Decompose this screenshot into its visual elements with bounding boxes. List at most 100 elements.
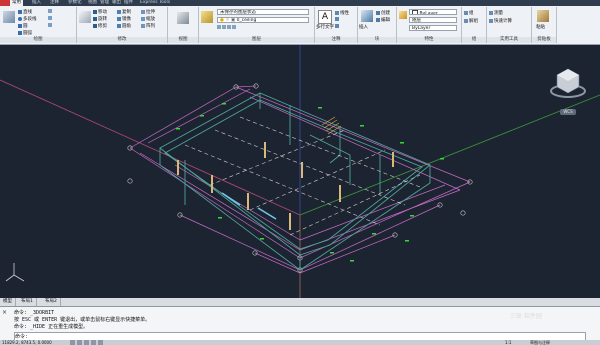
utilities-panel-title: 实用工具 — [487, 37, 531, 43]
groups-panel-title: 组 — [462, 37, 486, 43]
properties-panel: ByLayer 随层 ByLayer 特性 — [397, 7, 462, 43]
tab-layout2[interactable]: 布局2 — [42, 298, 61, 306]
tab-express-tools[interactable]: Express Tools — [138, 0, 172, 6]
grid-toggle-icon[interactable] — [77, 340, 82, 345]
create-block-icon — [376, 10, 380, 15]
measure-button[interactable]: 测量 — [489, 10, 503, 16]
fillet-icon — [117, 23, 121, 28]
view-manager-icon[interactable] — [177, 12, 189, 24]
leader-button[interactable] — [335, 17, 340, 23]
linetype-combo[interactable]: ByLayer — [409, 25, 457, 31]
draw-item-1[interactable]: 直线 — [18, 9, 32, 15]
layer-bulb-icon: ● — [220, 18, 224, 23]
match-properties-icon[interactable] — [399, 11, 407, 19]
view-panel-title: 视图 — [168, 37, 198, 43]
multiline-text-label: 多行文字 — [316, 25, 334, 30]
ribbon: 常用 插入 注释 参数化 视图 管理 输出 插件 Express Tools 直… — [0, 0, 600, 45]
scale-icon — [141, 16, 145, 21]
viewcube[interactable] — [548, 65, 588, 101]
layer-combo[interactable]: ● ☼ ▣ 0_ceiling — [217, 17, 309, 23]
color-combo[interactable]: ByLayer — [409, 9, 457, 15]
draw-item-7[interactable] — [48, 23, 53, 29]
layer-match-icon — [232, 25, 236, 29]
layer-freeze-icon — [222, 25, 226, 29]
multiline-text-icon[interactable]: A — [318, 10, 332, 24]
table-button[interactable] — [335, 24, 340, 30]
tab-annotate[interactable]: 注释 — [48, 0, 61, 6]
modify-item-array[interactable]: 阵列 — [141, 23, 155, 29]
tab-home[interactable]: 常用 — [10, 0, 23, 6]
annotation-scale[interactable]: 1:1 — [505, 340, 511, 345]
tab-plugins[interactable]: 插件 — [122, 0, 135, 6]
modify-item-copy[interactable]: 复制 — [117, 9, 131, 15]
move-tool-icon[interactable] — [79, 11, 91, 23]
modify-item-rotate[interactable]: 旋转 — [93, 16, 107, 22]
layer-sun-icon: ☼ — [225, 18, 230, 23]
modify-item-stretch[interactable]: 拉伸 — [141, 9, 155, 15]
snap-toggle-icon[interactable] — [70, 340, 75, 345]
edit-block-button[interactable]: 编辑 — [376, 17, 390, 23]
watermark: 三联 软件园 — [510, 313, 542, 320]
modify-item-trim[interactable]: 修剪 — [93, 23, 107, 29]
clipboard-panel-title: 剪贴板 — [532, 37, 556, 43]
ungroup-button[interactable]: 解组 — [464, 18, 478, 24]
draw-item-3[interactable]: 圆 — [18, 23, 28, 29]
x-axis-line — [0, 79, 301, 216]
view-panel: 视图 — [168, 7, 199, 43]
status-bar: 11829.2, 8743.5, 0.0000 1:1 草图与注释 — [0, 340, 600, 345]
trim-icon — [93, 23, 97, 28]
command-window: × 命令: _3DORBIT 按 ESC 或 ENTER 键退出，或单击鼠标右键… — [0, 306, 600, 341]
layout-tab-bar: 模型 布局1 布局2 — [0, 298, 600, 306]
draw-item-6[interactable] — [48, 16, 53, 22]
paste-icon[interactable] — [537, 10, 549, 22]
viewcube-icon — [550, 68, 586, 98]
edit-block-icon — [376, 17, 380, 22]
wcs-menu-button[interactable]: WCS — [560, 109, 576, 115]
layer-off-icon — [227, 25, 231, 29]
layer-state-combo[interactable]: 未保存的图层状态 — [217, 9, 309, 15]
draw-panel: 直线 多段线 圆 圆弧 绘图 — [0, 7, 77, 43]
array-icon — [141, 23, 145, 28]
draw-item-2[interactable]: 多段线 — [18, 16, 37, 22]
modify-item-move[interactable]: 移动 — [93, 9, 107, 15]
linear-dim-button[interactable]: 线性 — [335, 10, 349, 16]
tab-model[interactable]: 模型 — [0, 298, 16, 306]
modify-item-scale[interactable]: 缩放 — [141, 16, 155, 22]
modify-panel: 移动 旋转 修剪 复制 镜像 圆角 拉伸 缩放 阵列 修改 — [77, 7, 168, 43]
block-panel: 插入 创建 编辑 块 — [358, 7, 397, 43]
layer-tools-row[interactable] — [217, 25, 237, 31]
ortho-toggle-icon[interactable] — [84, 340, 89, 345]
polar-toggle-icon[interactable] — [91, 340, 96, 345]
modify-item-mirror[interactable]: 镜像 — [117, 16, 131, 22]
paste-label: 粘贴 — [536, 25, 545, 30]
command-close-icon[interactable]: × — [2, 309, 7, 316]
line-tool-icon[interactable] — [3, 11, 15, 23]
draw-item-5[interactable] — [48, 9, 53, 15]
groups-panel: 组 解组 组 — [462, 7, 487, 43]
quickcalc-button[interactable]: 快速计算 — [489, 18, 512, 24]
group-button[interactable]: 组 — [464, 10, 474, 16]
workspace-switch[interactable]: 草图与注释 — [530, 340, 550, 345]
tab-layout1[interactable]: 布局1 — [18, 298, 37, 306]
lineweight-combo[interactable]: 随层 — [409, 17, 457, 23]
layer-properties-icon[interactable] — [201, 11, 213, 23]
osnap-toggle-icon[interactable] — [98, 340, 103, 345]
y-axis-line — [299, 94, 600, 216]
block-panel-title: 块 — [358, 37, 396, 43]
hatch-icon — [48, 9, 52, 13]
modify-item-fillet[interactable]: 圆角 — [117, 23, 131, 29]
dimension-ticks — [176, 103, 444, 262]
linear-dim-icon — [335, 10, 339, 15]
utilities-panel: 测量 快速计算 实用工具 — [487, 7, 532, 43]
create-block-button[interactable]: 创建 — [376, 10, 390, 16]
draw-item-4[interactable]: 圆弧 — [18, 30, 32, 36]
properties-panel-title: 特性 — [397, 37, 461, 43]
insert-block-icon[interactable] — [361, 10, 373, 22]
command-history-line-1: 命令: _3DORBIT — [14, 310, 55, 316]
building-walls — [159, 92, 431, 271]
drawing-viewport[interactable]: WCS — [0, 45, 600, 298]
ribbon-tab-bar: 常用 插入 注释 参数化 视图 管理 输出 插件 Express Tools — [0, 0, 600, 6]
layers-panel-title: 图层 — [199, 37, 314, 43]
tab-insert[interactable]: 插入 — [30, 0, 43, 6]
tab-parametric[interactable]: 参数化 — [66, 0, 84, 6]
